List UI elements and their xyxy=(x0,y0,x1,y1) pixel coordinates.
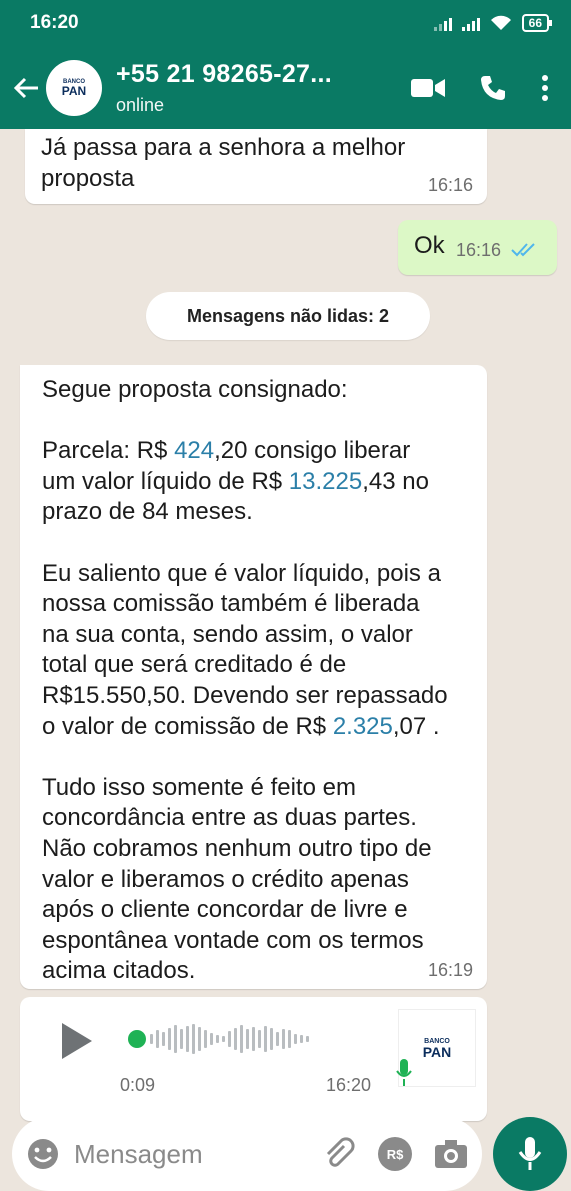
amount-link[interactable]: 2.325 xyxy=(333,713,393,740)
waveform-bar xyxy=(258,1030,261,1048)
play-icon[interactable] xyxy=(60,1021,94,1061)
voice-call-icon[interactable] xyxy=(479,74,507,102)
waveform-bar xyxy=(216,1035,219,1043)
battery-icon: 66 xyxy=(521,14,553,32)
chat-header: BANCO PAN +55 21 98265-27... online xyxy=(0,46,571,129)
voice-duration: 0:09 xyxy=(120,1075,156,1095)
unread-divider: Mensagens não lidas: 2 xyxy=(146,292,430,340)
waveform-bar xyxy=(228,1031,231,1047)
status-bar: 16:20 66 xyxy=(0,0,571,46)
waveform-bar xyxy=(240,1025,243,1053)
camera-icon[interactable] xyxy=(434,1139,468,1169)
signal-icon-2 xyxy=(461,15,480,31)
message-time: 16:16 xyxy=(427,175,473,195)
amount-link[interactable]: 13.225 xyxy=(289,468,362,495)
waveform-bar xyxy=(180,1029,183,1049)
voice-time: 16:20 xyxy=(326,1075,372,1095)
message-text: Já passa para a senhora a melhor propost… xyxy=(41,134,406,192)
message-outgoing[interactable]: Ok 16:16 xyxy=(398,220,557,275)
message-input[interactable]: Mensagem xyxy=(74,1139,322,1170)
waveform-bar xyxy=(288,1030,291,1048)
status-time: 16:20 xyxy=(30,12,79,33)
waveform-bar xyxy=(294,1034,297,1044)
message-proposal[interactable]: Segue proposta consignado: Parcela: R$ 4… xyxy=(20,365,487,989)
proposal-text: Segue proposta consignado: Parcela: R$ 4… xyxy=(42,376,448,985)
menu-icon[interactable] xyxy=(541,74,549,102)
amount-link[interactable]: 424 xyxy=(174,437,214,464)
message-time: 16:16 xyxy=(456,240,502,260)
waveform-bar xyxy=(204,1030,207,1048)
waveform-bar xyxy=(246,1029,249,1049)
waveform-bar xyxy=(276,1032,279,1046)
waveform-bar xyxy=(252,1027,255,1051)
waveform-bar xyxy=(192,1024,195,1054)
waveform-bar xyxy=(150,1034,153,1044)
chat-area[interactable]: Já passa para a senhora a melhor propost… xyxy=(0,129,571,1121)
read-receipt-icon xyxy=(511,243,535,257)
voice-waveform[interactable] xyxy=(150,1023,309,1055)
contact-status: online xyxy=(116,94,165,115)
waveform-bar xyxy=(198,1027,201,1051)
contact-info[interactable]: +55 21 98265-27... online xyxy=(116,60,411,116)
waveform-bar xyxy=(234,1028,237,1050)
waveform-bar xyxy=(300,1035,303,1043)
waveform-bar xyxy=(222,1036,225,1042)
back-button[interactable] xyxy=(0,76,44,100)
waveform-bar xyxy=(156,1030,159,1048)
waveform-bar xyxy=(306,1036,309,1042)
waveform-bar xyxy=(264,1026,267,1052)
waveform-bar xyxy=(270,1028,273,1050)
message-incoming[interactable]: Já passa para a senhora a melhor propost… xyxy=(25,129,487,204)
thumb-label: PAN xyxy=(422,1043,452,1060)
back-arrow-icon xyxy=(13,77,38,98)
message-time: 16:19 xyxy=(427,960,473,980)
avatar-label: PAN xyxy=(61,83,87,98)
mic-icon xyxy=(518,1137,542,1170)
attach-icon[interactable] xyxy=(322,1137,356,1171)
voice-note[interactable]: 0:09 16:20 BANCO PAN xyxy=(20,997,487,1121)
video-call-icon[interactable] xyxy=(411,77,445,99)
message-composer: Mensagem R$ xyxy=(12,1117,482,1191)
mic-badge-icon xyxy=(396,1059,412,1086)
payment-icon[interactable]: R$ xyxy=(378,1137,412,1171)
waveform-bar xyxy=(168,1028,171,1050)
message-text: Ok xyxy=(414,232,445,259)
voice-record-button[interactable] xyxy=(493,1117,567,1191)
signal-icon xyxy=(433,15,452,31)
status-icons: 66 xyxy=(433,14,553,32)
waveform-bar xyxy=(186,1026,189,1052)
emoji-icon[interactable] xyxy=(26,1137,60,1171)
avatar[interactable]: BANCO PAN xyxy=(46,59,102,116)
contact-name: +55 21 98265-27... xyxy=(116,59,332,88)
waveform-bar xyxy=(210,1033,213,1045)
waveform-bar xyxy=(174,1025,177,1053)
waveform-bar xyxy=(162,1032,165,1046)
wifi-icon xyxy=(490,15,511,30)
voice-seek-handle[interactable] xyxy=(128,1030,146,1048)
waveform-bar xyxy=(282,1029,285,1049)
